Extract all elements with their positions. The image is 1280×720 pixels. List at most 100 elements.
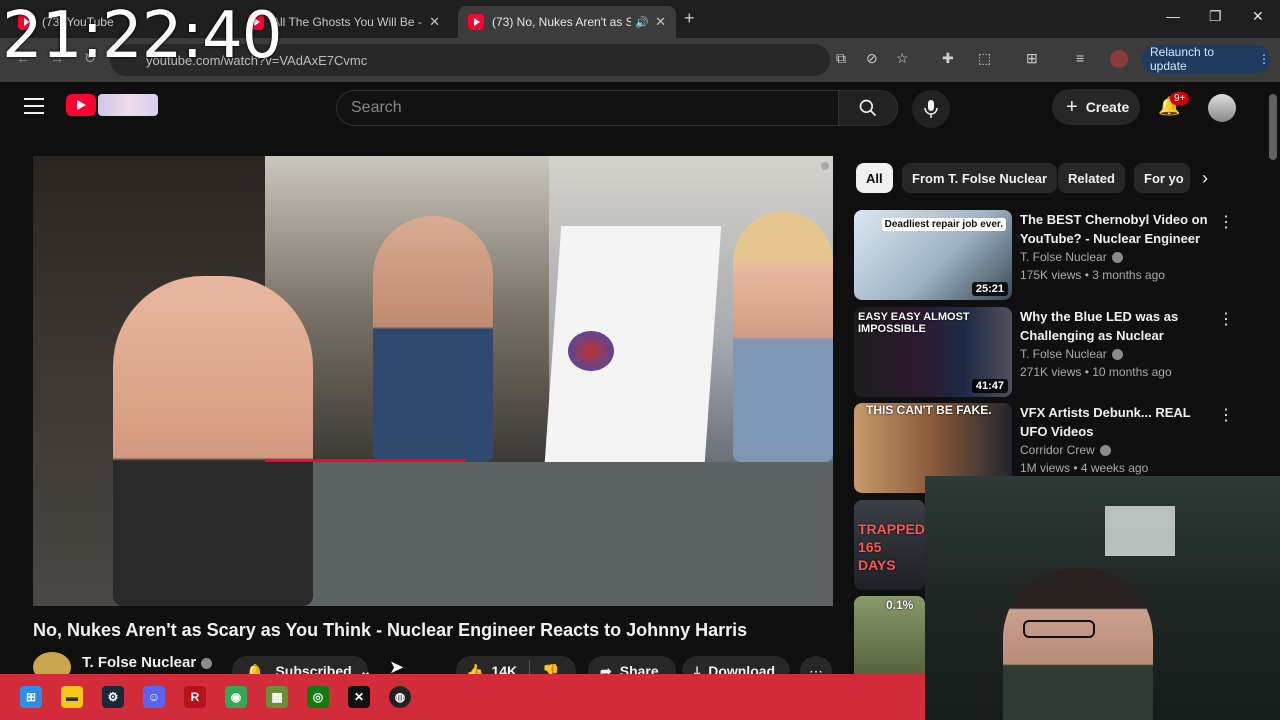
video-duration: 25:21	[971, 282, 1008, 296]
search-placeholder: Search	[351, 99, 402, 116]
channel-name: T. Folse Nuclear	[1020, 250, 1107, 264]
scrollbar-thumb[interactable]	[1269, 94, 1277, 160]
file-explorer-icon[interactable]: ▬	[61, 686, 83, 708]
recommendation-channel[interactable]: Corridor Crew	[1020, 443, 1111, 457]
reading-list-icon[interactable]: ⊞	[1026, 50, 1038, 67]
recommendation-meta: 1M views • 4 weeks ago	[1020, 461, 1149, 475]
minecraft-icon[interactable]: ▦	[266, 686, 288, 708]
more-vert-icon: ⋮	[1258, 52, 1270, 66]
capcut-icon[interactable]: ✕	[348, 686, 370, 708]
more-vert-icon[interactable]: ⋮	[1218, 405, 1234, 425]
obs-icon[interactable]: ◍	[389, 686, 411, 708]
notification-count-badge: 9+	[1170, 92, 1190, 105]
recommendation-item[interactable]: Deadliest repair job ever. 25:21 The BES…	[854, 210, 1264, 302]
chip-all[interactable]: All	[856, 163, 893, 193]
video-progress-bar[interactable]	[265, 459, 465, 462]
thumbnail-caption: THIS CAN'T BE FAKE.	[866, 403, 992, 417]
webcam-background-light	[1105, 506, 1175, 556]
channel-name: Corridor Crew	[1020, 443, 1095, 457]
hamburger-menu-icon[interactable]	[24, 98, 44, 114]
recommendation-item[interactable]: TRAPPED 165 DAYS	[854, 500, 925, 592]
youtube-favicon-icon	[468, 14, 484, 30]
video-guest-figure	[733, 212, 833, 462]
channel-name-link[interactable]: T. Folse Nuclear	[82, 654, 213, 671]
video-thumbnail[interactable]: EASY EASY ALMOST IMPOSSIBLE 41:47	[854, 307, 1012, 397]
search-input[interactable]: Search	[336, 90, 838, 126]
more-vert-icon[interactable]: ⋮	[1218, 212, 1234, 232]
video-duration: 41:47	[971, 379, 1008, 393]
install-app-icon[interactable]: ⧉	[836, 50, 846, 67]
chip-related[interactable]: Related	[1058, 163, 1125, 193]
windows-start-icon[interactable]: ⊞	[20, 686, 42, 708]
verified-badge-icon	[1111, 252, 1123, 264]
video-player[interactable]	[33, 156, 833, 606]
minimize-icon[interactable]: —	[1166, 8, 1180, 24]
webcam-overlay	[925, 476, 1280, 720]
search-button[interactable]	[838, 90, 898, 126]
recommendation-title[interactable]: The BEST Chernobyl Video on YouTube? - N…	[1020, 210, 1208, 248]
chip-from-channel[interactable]: From T. Folse Nuclear	[902, 163, 1058, 193]
chip-for-you[interactable]: For yo	[1134, 163, 1190, 193]
recommendation-title[interactable]: VFX Artists Debunk... REAL UFO Videos	[1020, 403, 1208, 441]
more-vert-icon[interactable]: ⋮	[1218, 309, 1234, 329]
recommendation-title[interactable]: Why the Blue LED was as Challenging as N…	[1020, 307, 1208, 345]
thumbnail-caption: 0.1%	[886, 598, 914, 612]
media-control-icon[interactable]: ≡	[1076, 50, 1084, 66]
plus-icon: +	[1066, 95, 1078, 118]
tab-title: (73) No, Nukes Aren't as Sc	[492, 15, 632, 29]
thumbnail-caption: Deadliest repair job ever.	[881, 218, 1006, 231]
account-avatar[interactable]	[1208, 94, 1236, 122]
voice-search-button[interactable]	[912, 90, 950, 128]
microphone-icon	[924, 100, 938, 118]
chip-label: From T. Folse Nuclear	[912, 170, 1048, 186]
video-virus-model	[568, 331, 614, 371]
relaunch-label: Relaunch to update	[1150, 45, 1215, 73]
speaker-icon[interactable]: 🔊	[635, 16, 649, 29]
new-tab-icon[interactable]: +	[684, 8, 695, 29]
recommendation-channel[interactable]: T. Folse Nuclear	[1020, 347, 1123, 361]
youtube-doodle-logo[interactable]	[98, 94, 158, 116]
recommendation-channel[interactable]: T. Folse Nuclear	[1020, 250, 1123, 264]
page-scrollbar[interactable]	[1266, 82, 1280, 476]
thumbnail-caption: EASY EASY ALMOST IMPOSSIBLE	[858, 311, 970, 335]
close-window-icon[interactable]: ✕	[1252, 8, 1264, 25]
video-guest-figure	[373, 216, 493, 462]
recommendation-meta: 271K views • 10 months ago	[1020, 365, 1172, 379]
close-tab-icon[interactable]: ✕	[655, 14, 666, 30]
verified-badge-icon	[1099, 445, 1111, 457]
profile-avatar-icon[interactable]	[1110, 50, 1128, 68]
video-thumbnail[interactable]: TRAPPED 165 DAYS	[854, 500, 925, 590]
close-tab-icon[interactable]: ✕	[429, 14, 440, 30]
chrome-icon[interactable]: ◉	[225, 686, 247, 708]
video-thumbnail[interactable]: Deadliest repair job ever. 25:21	[854, 210, 1012, 300]
verified-badge-icon	[201, 657, 213, 669]
chevron-right-icon[interactable]: ›	[1202, 168, 1208, 189]
channel-name: T. Folse Nuclear	[82, 654, 197, 671]
browser-tab-active[interactable]: (73) No, Nukes Aren't as Sc 🔊 ✕	[458, 6, 676, 38]
tracking-protection-icon[interactable]: ⊘	[866, 50, 878, 67]
discord-icon[interactable]: ☺	[143, 686, 165, 708]
chip-label: All	[866, 170, 883, 186]
recommendation-meta: 175K views • 3 months ago	[1020, 268, 1165, 282]
webcam-glasses	[1023, 620, 1095, 638]
clock-overlay: 21:22:40	[2, 0, 282, 73]
video-thumbnail[interactable]: 0.1%	[854, 596, 925, 686]
channel-name: T. Folse Nuclear	[1020, 347, 1107, 361]
recommendation-item[interactable]: EASY EASY ALMOST IMPOSSIBLE 41:47 Why th…	[854, 307, 1264, 399]
steam-icon[interactable]: ⚙	[102, 686, 124, 708]
maximize-icon[interactable]: ❐	[1209, 8, 1222, 25]
video-frame-bottom	[265, 462, 833, 606]
xbox-icon[interactable]: ◎	[307, 686, 329, 708]
webcam-person	[1003, 568, 1153, 720]
extensions-icon[interactable]: ⬚	[978, 50, 991, 67]
app-r-icon[interactable]: R	[184, 686, 206, 708]
player-info-icon[interactable]	[821, 162, 829, 170]
create-button[interactable]: + Create	[1052, 89, 1140, 125]
bookmark-star-icon[interactable]: ☆	[896, 50, 909, 67]
create-label: Create	[1085, 99, 1130, 115]
search-icon	[859, 99, 877, 117]
youtube-header: Search + Create 🔔 9+	[0, 82, 1264, 134]
extension-puzzle-icon[interactable]: ✚	[942, 50, 954, 67]
relaunch-to-update-button[interactable]: Relaunch to update ⋮	[1142, 45, 1270, 73]
youtube-logo-icon[interactable]	[66, 94, 96, 116]
